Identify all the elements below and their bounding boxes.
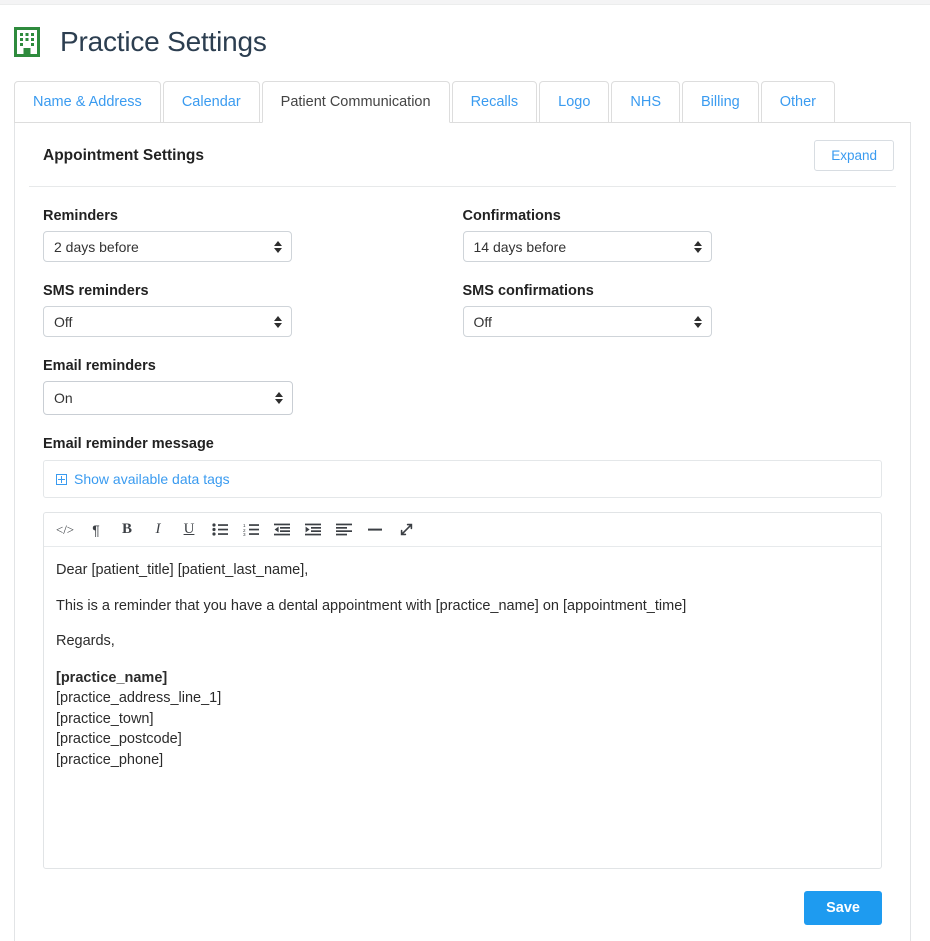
message-signature: [practice_name] [practice_address_line_1… — [56, 668, 869, 771]
editor-toolbar: </> ¶ B I U 1 2 3 — [44, 513, 881, 547]
source-code-icon[interactable]: </> — [50, 516, 80, 544]
confirmations-select[interactable]: 14 days before — [463, 231, 712, 262]
message-signoff: Regards, — [56, 632, 869, 652]
tab-other[interactable]: Other — [761, 81, 835, 123]
chevron-updown-icon — [274, 316, 282, 328]
section-title: Appointment Settings — [43, 147, 204, 165]
email-reminders-row: Email reminders On — [43, 337, 882, 415]
signature-line-5: [practice_phone] — [56, 750, 869, 771]
email-message-body[interactable]: Dear [patient_title] [patient_last_name]… — [44, 547, 881, 868]
confirmations-value: 14 days before — [474, 239, 567, 255]
reminders-label: Reminders — [43, 208, 463, 224]
rich-text-editor: </> ¶ B I U 1 2 3 — [43, 512, 882, 869]
expand-button[interactable]: Expand — [814, 140, 894, 171]
fullscreen-icon[interactable] — [391, 516, 421, 544]
tab-patient-communication[interactable]: Patient Communication — [262, 81, 450, 123]
tab-name-address[interactable]: Name & Address — [14, 81, 161, 123]
email-reminders-select[interactable]: On — [43, 381, 293, 415]
email-reminders-label: Email reminders — [43, 358, 481, 374]
chevron-updown-icon — [694, 316, 702, 328]
settings-panel: Appointment Settings Expand Reminders 2 … — [14, 122, 911, 941]
chevron-updown-icon — [274, 241, 282, 253]
signature-line-2: [practice_address_line_1] — [56, 688, 869, 709]
reminders-value: 2 days before — [54, 239, 139, 255]
form-footer: Save — [43, 869, 882, 941]
sms-reminders-label: SMS reminders — [43, 283, 463, 299]
numbered-list-icon[interactable]: 1 2 3 — [236, 516, 266, 544]
email-reminders-value: On — [54, 390, 73, 406]
save-button[interactable]: Save — [804, 891, 882, 925]
tab-bar: Name & Address Calendar Patient Communic… — [14, 81, 930, 123]
sms-confirmations-value: Off — [474, 314, 492, 330]
bold-icon[interactable]: B — [112, 516, 142, 544]
confirmations-column: Confirmations 14 days before — [463, 187, 883, 262]
reminders-column: Reminders 2 days before — [43, 187, 463, 262]
sms-reminders-select[interactable]: Off — [43, 306, 292, 337]
tab-calendar[interactable]: Calendar — [163, 81, 260, 123]
chevron-updown-icon — [694, 241, 702, 253]
signature-line-3: [practice_town] — [56, 709, 869, 730]
chevron-updown-icon — [275, 392, 283, 404]
sms-confirmations-label: SMS confirmations — [463, 283, 883, 299]
show-data-tags-link[interactable]: Show available data tags — [56, 471, 230, 487]
sms-reminders-column: SMS reminders Off — [43, 262, 463, 337]
italic-icon[interactable]: I — [143, 516, 173, 544]
show-data-tags-label: Show available data tags — [74, 471, 230, 487]
indent-icon[interactable] — [298, 516, 328, 544]
page-header: Practice Settings — [0, 5, 930, 67]
section-header: Appointment Settings Expand — [29, 123, 896, 187]
paragraph-icon[interactable]: ¶ — [81, 516, 111, 544]
signature-line-1: [practice_name] — [56, 668, 869, 689]
message-paragraph: This is a reminder that you have a denta… — [56, 597, 869, 617]
reminders-row: Reminders 2 days before Confirmations 14… — [43, 187, 882, 262]
tab-nhs[interactable]: NHS — [611, 81, 680, 123]
sms-row: SMS reminders Off SMS confirmations Off — [43, 262, 882, 337]
sms-reminders-value: Off — [54, 314, 72, 330]
signature-line-4: [practice_postcode] — [56, 729, 869, 750]
message-greeting: Dear [patient_title] [patient_last_name]… — [56, 561, 869, 581]
bullet-list-icon[interactable] — [205, 516, 235, 544]
align-left-icon[interactable] — [329, 516, 359, 544]
reminders-select[interactable]: 2 days before — [43, 231, 292, 262]
sms-confirmations-column: SMS confirmations Off — [463, 262, 883, 337]
page-title: Practice Settings — [60, 28, 267, 56]
appointment-settings-form: Reminders 2 days before Confirmations 14… — [29, 187, 896, 941]
horizontal-rule-icon[interactable] — [360, 516, 390, 544]
tab-recalls[interactable]: Recalls — [452, 81, 538, 123]
email-reminder-message-label: Email reminder message — [43, 436, 882, 452]
plus-box-icon — [56, 474, 67, 485]
underline-icon[interactable]: U — [174, 516, 204, 544]
svg-text:3: 3 — [243, 532, 246, 536]
building-icon — [14, 27, 40, 57]
sms-confirmations-select[interactable]: Off — [463, 306, 712, 337]
tab-billing[interactable]: Billing — [682, 81, 759, 123]
tab-logo[interactable]: Logo — [539, 81, 609, 123]
confirmations-label: Confirmations — [463, 208, 883, 224]
email-reminders-column: Email reminders On — [43, 337, 481, 415]
outdent-icon[interactable] — [267, 516, 297, 544]
data-tags-box: Show available data tags — [43, 460, 882, 498]
